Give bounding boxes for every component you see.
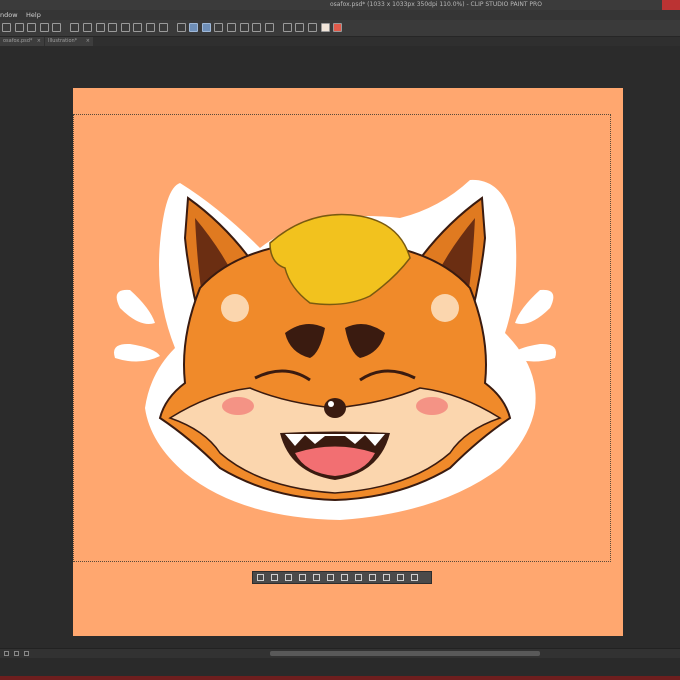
- crop-icon[interactable]: [271, 574, 278, 581]
- fox-artwork: [114, 179, 556, 520]
- horizontal-scrollbar[interactable]: [270, 651, 540, 656]
- shrink-selection-icon[interactable]: [133, 23, 143, 32]
- fox-nose-shine: [328, 401, 334, 407]
- fox-blush-left: [222, 397, 254, 415]
- maximize-button[interactable]: [644, 0, 662, 10]
- crop-icon[interactable]: [158, 23, 168, 32]
- title-bar: osafox.psd* (1033 x 1033px 350dpi 110.0%…: [0, 0, 680, 10]
- menu-item-help[interactable]: Help: [26, 10, 41, 20]
- pen-icon[interactable]: [189, 23, 199, 32]
- deselect-icon[interactable]: [95, 23, 105, 32]
- ruler-icon[interactable]: [227, 23, 236, 32]
- eraser-icon[interactable]: [214, 23, 224, 32]
- grid-icon[interactable]: [282, 23, 292, 32]
- deselect-icon[interactable]: [257, 574, 264, 581]
- document-tabs: osafox.psd* × Illustration* ×: [0, 37, 680, 46]
- new-layer-icon[interactable]: [397, 574, 404, 581]
- transform-icon[interactable]: [383, 574, 390, 581]
- menu-item-window[interactable]: ndow: [0, 10, 18, 20]
- selection-launcher: [252, 571, 432, 584]
- motion-mark-left-1: [116, 289, 155, 324]
- layer-icon[interactable]: [239, 23, 249, 32]
- command-bar: [0, 20, 680, 37]
- new-icon[interactable]: [2, 23, 11, 32]
- fox-nose: [324, 398, 346, 418]
- tab-close-icon[interactable]: ×: [86, 37, 90, 46]
- window-controls: [626, 0, 680, 10]
- brush-icon[interactable]: [201, 23, 211, 32]
- undo-icon[interactable]: [39, 23, 49, 32]
- invert-selection-icon[interactable]: [108, 23, 118, 32]
- motion-mark-left-2: [114, 343, 160, 362]
- taskbar-strip: [0, 676, 680, 680]
- zoom-out-icon[interactable]: [4, 651, 9, 656]
- clear-icon[interactable]: [299, 574, 306, 581]
- fox-tuft-right: [431, 294, 459, 322]
- menu-bar: ndow Help: [0, 10, 680, 20]
- close-button[interactable]: [662, 0, 680, 10]
- window-title: osafox.psd* (1033 x 1033px 350dpi 110.0%…: [330, 1, 542, 8]
- zoom-icon[interactable]: [295, 23, 305, 32]
- expand-icon[interactable]: [327, 574, 334, 581]
- tab-osafox[interactable]: osafox.psd* ×: [0, 37, 44, 46]
- open-icon[interactable]: [14, 23, 24, 32]
- main-color-icon[interactable]: [320, 23, 330, 32]
- redo-icon[interactable]: [52, 23, 62, 32]
- invert-icon[interactable]: [313, 574, 320, 581]
- zoom-in-icon[interactable]: [14, 651, 19, 656]
- clear-outside-icon[interactable]: [285, 574, 292, 581]
- fit-icon[interactable]: [24, 651, 29, 656]
- fill-icon[interactable]: [176, 23, 186, 32]
- minimize-button[interactable]: [626, 0, 644, 10]
- lasso-icon[interactable]: [146, 23, 155, 32]
- expand-selection-icon[interactable]: [120, 23, 130, 32]
- sub-color-icon[interactable]: [333, 23, 343, 32]
- fill-icon[interactable]: [369, 574, 376, 581]
- tab-close-icon[interactable]: ×: [37, 37, 41, 46]
- shrink-icon[interactable]: [341, 574, 348, 581]
- tab-label: Illustration*: [48, 38, 78, 44]
- save-icon[interactable]: [27, 23, 37, 32]
- tab-illustration[interactable]: Illustration* ×: [45, 37, 93, 46]
- tab-label: osafox.psd*: [3, 38, 33, 44]
- fox-blush-right: [416, 397, 448, 415]
- copy-icon[interactable]: [252, 23, 262, 32]
- fox-tuft-left: [221, 294, 249, 322]
- motion-mark-right-1: [515, 289, 554, 324]
- copy-paste-icon[interactable]: [355, 574, 362, 581]
- paste-icon[interactable]: [264, 23, 274, 32]
- transform-icon[interactable]: [70, 23, 80, 32]
- rotate-icon[interactable]: [308, 23, 317, 32]
- settings-icon[interactable]: [411, 574, 418, 581]
- select-all-icon[interactable]: [83, 23, 92, 32]
